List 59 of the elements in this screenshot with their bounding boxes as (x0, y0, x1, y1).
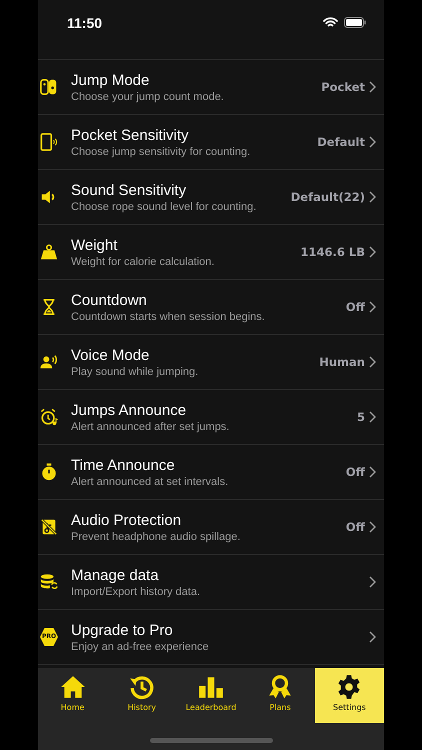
tab[interactable]: History (107, 668, 176, 723)
history-icon (128, 674, 155, 700)
setting-title[interactable]: Pocket Sensitivity (71, 126, 189, 144)
setting-value: Default (317, 135, 365, 149)
setting-title[interactable]: Audio Protection (71, 512, 182, 528)
setting-title[interactable]: Countdown (71, 292, 147, 308)
phone-icon (40, 133, 58, 151)
status-time: 11:50 (67, 15, 102, 31)
setting-title[interactable]: Jump Mode (71, 72, 150, 88)
wifi-icon (323, 17, 338, 28)
setting-value: Default(22) (290, 190, 365, 204)
chevron-icon (369, 521, 376, 533)
setting-description: Alert announced after set jumps. (71, 420, 230, 432)
setting-title[interactable]: Jumps Announce (71, 402, 186, 418)
chevron-icon (369, 466, 376, 478)
setting-title[interactable]: Voice Mode (71, 346, 150, 364)
setting-value: 1146.6 LB (300, 245, 365, 259)
setting-description: Enjoy an ad-free experience (71, 640, 209, 652)
chevron-icon (369, 246, 376, 258)
chevron-icon (369, 136, 376, 148)
setting-title[interactable]: Weight (71, 236, 118, 254)
home-icon (60, 674, 86, 700)
setting-value: Pocket (321, 80, 365, 94)
tab[interactable]: Settings (314, 668, 384, 723)
setting-description: Choose jump sensitivity for counting. (71, 146, 250, 158)
setting-title[interactable]: Upgrade to Pro (71, 622, 173, 638)
tab[interactable]: Plans (246, 668, 315, 723)
setting-value: Off (346, 300, 365, 314)
award-icon (267, 674, 294, 700)
setting-value: 5 (356, 410, 365, 424)
setting-value: Off (346, 465, 365, 479)
chevron-icon (369, 411, 376, 423)
setting-description: Prevent headphone audio spillage. (71, 530, 240, 542)
setting-description: Choose your jump count mode. (71, 90, 224, 102)
setting-description: Play sound while jumping. (71, 366, 198, 378)
chevron-icon (369, 301, 376, 313)
setting-value: Human (319, 355, 365, 369)
setting-description: Choose rope sound level for counting. (71, 200, 256, 212)
setting-title[interactable]: Time Announce (71, 456, 175, 474)
setting-description: Weight for calorie calculation. (71, 256, 214, 268)
chevron-icon (369, 576, 376, 588)
chevron-icon (369, 81, 376, 93)
setting-description: Import/Export history data. (71, 586, 200, 598)
chevron-icon (369, 356, 376, 368)
tab[interactable]: Leaderboard (176, 668, 246, 723)
setting-description: Countdown starts when session begins. (71, 310, 265, 322)
battery-icon (344, 17, 366, 28)
tab[interactable]: Home (38, 668, 108, 723)
voice-icon (40, 353, 58, 371)
setting-title[interactable]: Sound Sensitivity (71, 182, 186, 198)
settings-icon (336, 674, 362, 700)
chevron-icon (369, 191, 376, 203)
setting-description: Alert announced at set intervals. (71, 476, 228, 488)
chevron-icon (369, 631, 376, 643)
weight-icon (40, 243, 58, 261)
setting-value: Off (346, 520, 365, 534)
alarm-clock-icon (40, 408, 58, 426)
setting-title[interactable]: Manage data (71, 566, 159, 584)
database-icon (40, 573, 58, 591)
